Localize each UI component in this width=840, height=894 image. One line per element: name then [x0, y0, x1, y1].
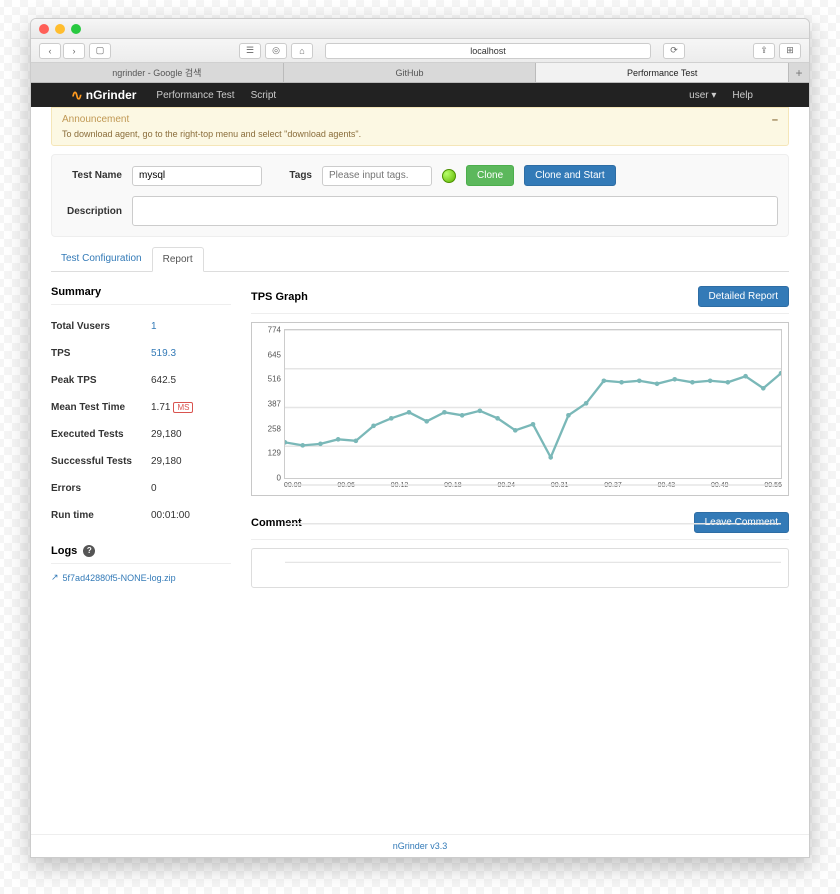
nav-user-menu[interactable]: user ▾ [689, 90, 716, 101]
titlebar [31, 19, 809, 39]
summary-value: 29,180 [151, 429, 182, 440]
summary-row: Mean Test Time1.71MS [51, 394, 231, 421]
summary-row: Run time00:01:00 [51, 502, 231, 529]
summary-key: TPS [51, 348, 151, 359]
description-input[interactable] [132, 196, 778, 226]
testname-input[interactable] [132, 166, 262, 186]
summary-key: Total Vusers [51, 321, 151, 332]
summary-value: 0 [151, 483, 157, 494]
share-button[interactable]: ⇪ [753, 43, 775, 59]
testname-label: Test Name [62, 170, 122, 181]
collapse-icon[interactable]: – [772, 114, 778, 126]
summary-value: 519.3 [151, 348, 176, 359]
footer-version: nGrinder v3.3 [31, 834, 809, 857]
summary-row: Total Vusers1 [51, 313, 231, 340]
log-file-link[interactable]: ↗ 5f7ad42880f5-NONE-log.zip [51, 572, 231, 583]
tps-chart: 0129258387516645774 00.0000.0600.1200.18… [251, 322, 789, 496]
status-indicator-icon [442, 169, 456, 183]
clone-start-button[interactable]: Clone and Start [524, 165, 616, 186]
summary-key: Mean Test Time [51, 402, 151, 413]
ms-badge: MS [173, 402, 193, 413]
external-link-icon: ↗ [51, 572, 59, 583]
summary-key: Run time [51, 510, 151, 521]
summary-row: Peak TPS642.5 [51, 367, 231, 394]
tab-report[interactable]: Report [152, 247, 204, 272]
browser-tab[interactable]: Performance Test [536, 63, 789, 82]
nav-performance-test[interactable]: Performance Test [156, 90, 234, 101]
app-navbar: ∿ nGrinder Performance Test Script user … [31, 83, 809, 107]
tps-heading: TPS Graph [251, 291, 308, 303]
announcement-panel: Announcement To download agent, go to th… [51, 107, 789, 146]
url-bar[interactable]: localhost [325, 43, 651, 59]
nav-script[interactable]: Script [251, 90, 277, 101]
summary-row: Successful Tests29,180 [51, 448, 231, 475]
brand-name: nGrinder [86, 88, 137, 102]
clone-button[interactable]: Clone [466, 165, 514, 186]
summary-value: 29,180 [151, 456, 182, 467]
summary-key: Peak TPS [51, 375, 151, 386]
browser-toolbar: ‹ › ▢ ☰ ◎ ⌂ localhost ⟳ ⇪ ⊞ [31, 39, 809, 63]
browser-window: ‹ › ▢ ☰ ◎ ⌂ localhost ⟳ ⇪ ⊞ ngrinder - G… [30, 18, 810, 858]
browser-tab[interactable]: ngrinder - Google 검색 [31, 63, 284, 82]
logs-heading: Logs [51, 545, 77, 557]
forward-button[interactable]: › [63, 43, 85, 59]
announcement-body: To download agent, go to the right-top m… [62, 129, 778, 139]
new-tab-button[interactable]: + [789, 63, 809, 82]
help-icon[interactable]: ? [83, 545, 95, 557]
summary-value: 1 [151, 321, 157, 332]
url-text: localhost [470, 46, 506, 56]
back-button[interactable]: ‹ [39, 43, 61, 59]
browser-tab[interactable]: GitHub [284, 63, 537, 82]
test-form: Test Name Tags Clone Clone and Start Des… [51, 154, 789, 237]
browser-tabbar: ngrinder - Google 검색 GitHub Performance … [31, 63, 809, 83]
summary-row: Errors0 [51, 475, 231, 502]
zoom-icon[interactable] [71, 24, 81, 34]
close-icon[interactable] [39, 24, 49, 34]
shield-icon[interactable]: ◎ [265, 43, 287, 59]
home-button[interactable]: ⌂ [291, 43, 313, 59]
summary-row: TPS519.3 [51, 340, 231, 367]
summary-value: 00:01:00 [151, 510, 190, 521]
tabs-button[interactable]: ⊞ [779, 43, 801, 59]
reader-button[interactable]: ☰ [239, 43, 261, 59]
sidebar-button[interactable]: ▢ [89, 43, 111, 59]
detailed-report-button[interactable]: Detailed Report [698, 286, 789, 307]
tags-label: Tags [272, 170, 312, 181]
summary-key: Successful Tests [51, 456, 151, 467]
summary-value: 1.71MS [151, 402, 193, 413]
page-content: Announcement To download agent, go to th… [31, 107, 809, 839]
tags-input[interactable] [322, 166, 432, 186]
nav-help[interactable]: Help [732, 90, 753, 101]
summary-key: Errors [51, 483, 151, 494]
summary-heading: Summary [51, 286, 231, 305]
page-tabs: Test Configuration Report [51, 247, 789, 272]
summary-key: Executed Tests [51, 429, 151, 440]
summary-value: 642.5 [151, 375, 176, 386]
description-label: Description [62, 206, 122, 217]
minimize-icon[interactable] [55, 24, 65, 34]
announcement-title: Announcement [62, 114, 778, 125]
reload-button[interactable]: ⟳ [663, 43, 685, 59]
summary-row: Executed Tests29,180 [51, 421, 231, 448]
tab-test-configuration[interactable]: Test Configuration [51, 247, 152, 271]
brand-logo-icon: ∿ [71, 87, 82, 104]
